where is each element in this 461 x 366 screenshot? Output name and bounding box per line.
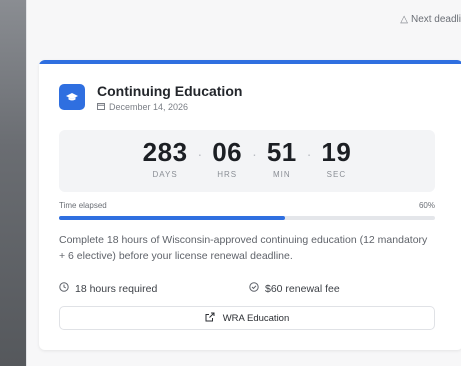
next-deadline-header: △ Next deadli bbox=[400, 14, 461, 25]
countdown-days: 283 DAYS bbox=[143, 138, 188, 179]
renewal-fee-text: $60 renewal fee bbox=[265, 282, 340, 295]
clock-icon bbox=[59, 282, 69, 295]
deadline-card: Continuing Education December 14, 2026 2… bbox=[39, 60, 461, 350]
countdown-minutes: 51 MIN bbox=[267, 138, 297, 179]
wra-education-link-label: WRA Education bbox=[222, 312, 290, 324]
countdown-days-label: DAYS bbox=[152, 170, 178, 179]
deadlines-panel: △ Next deadli Continuing Education Decemb… bbox=[26, 0, 461, 366]
countdown-minutes-label: MIN bbox=[272, 170, 291, 179]
countdown-separator: · bbox=[252, 146, 257, 162]
countdown-hours-label: HRS bbox=[217, 170, 238, 179]
progress-bar-fill bbox=[59, 216, 285, 220]
countdown-days-value: 283 bbox=[142, 137, 188, 167]
countdown-seconds-label: SEC bbox=[326, 170, 347, 179]
graduation-cap-icon bbox=[59, 84, 85, 110]
renewal-fee-item: $60 renewal fee bbox=[249, 282, 340, 295]
countdown-timer: 283 DAYS · 06 HRS · 51 MIN · 19 SEC bbox=[59, 130, 435, 192]
countdown-separator: · bbox=[306, 146, 312, 162]
warning-icon: △ bbox=[400, 14, 408, 25]
check-circle-icon bbox=[249, 282, 259, 295]
countdown-minutes-value: 51 bbox=[266, 137, 297, 167]
next-deadline-label: Next deadli bbox=[410, 14, 461, 25]
progress-label: Time elapsed bbox=[59, 201, 107, 210]
hours-required-text: 18 hours required bbox=[75, 282, 158, 295]
countdown-hours-value: 06 bbox=[212, 137, 243, 167]
external-link-icon bbox=[205, 312, 215, 325]
wra-education-link-button[interactable]: WRA Education bbox=[59, 306, 435, 330]
deadline-date: December 14, 2026 bbox=[109, 101, 189, 112]
countdown-hours: 06 HRS bbox=[212, 138, 242, 179]
countdown-seconds: 19 SEC bbox=[321, 138, 351, 179]
card-description: Complete 18 hours of Wisconsin-approved … bbox=[59, 234, 428, 262]
hours-required-item: 18 hours required bbox=[59, 282, 249, 295]
card-header: Continuing Education December 14, 2026 bbox=[59, 82, 242, 112]
progress-bar bbox=[59, 216, 435, 220]
card-title: Continuing Education bbox=[97, 82, 243, 99]
progress-label-row: Time elapsed 60% bbox=[59, 201, 435, 210]
card-accent-bar bbox=[39, 60, 461, 64]
countdown-separator: · bbox=[197, 146, 203, 162]
card-meta: 18 hours required $60 renewal fee bbox=[59, 282, 435, 295]
progress-percent: 60% bbox=[418, 201, 435, 210]
countdown-seconds-value: 19 bbox=[321, 137, 352, 167]
calendar-icon bbox=[97, 102, 105, 112]
